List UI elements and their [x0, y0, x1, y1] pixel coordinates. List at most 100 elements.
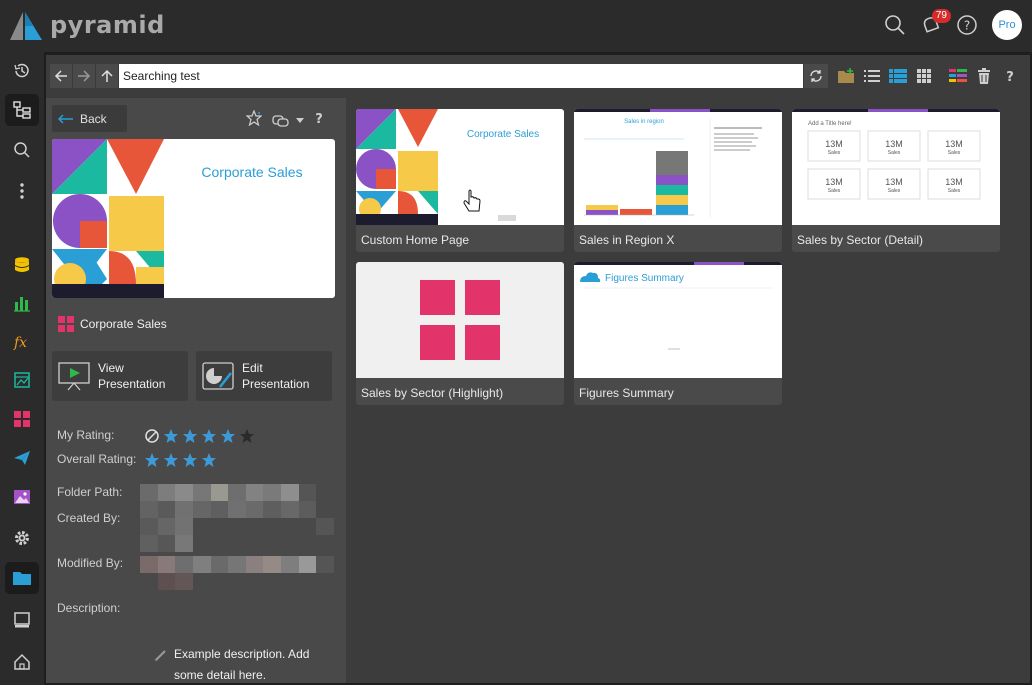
- details-view-icon[interactable]: [889, 67, 907, 85]
- rating-star-icon[interactable]: [182, 428, 198, 444]
- svg-text:?: ?: [1006, 70, 1014, 83]
- grid-item[interactable]: Corporate Sales Custom Home Page: [356, 109, 564, 252]
- description-text[interactable]: Example description. Add some detail her…: [174, 644, 334, 685]
- grid-item[interactable]: Sales by Sector (Highlight): [356, 262, 564, 405]
- list-view-icon[interactable]: [863, 67, 881, 85]
- home-icon[interactable]: [5, 646, 39, 678]
- up-arrow-icon[interactable]: [96, 64, 119, 88]
- illustrate-icon[interactable]: [5, 364, 39, 396]
- redacted-modified-by: [140, 556, 334, 590]
- kpi-value: 13M: [945, 139, 963, 149]
- preview-thumbnail[interactable]: Corporate Sales: [52, 139, 335, 298]
- edit-label-2: Presentation: [242, 377, 310, 391]
- kpi-label: Sales: [948, 150, 961, 156]
- item-label: Sales by Sector (Highlight): [361, 386, 504, 400]
- share-menu-icon[interactable]: [272, 114, 304, 128]
- help-question-icon[interactable]: ?: [1001, 67, 1019, 85]
- my-rating-stars[interactable]: [144, 428, 255, 444]
- rating-star-icon[interactable]: [163, 428, 179, 444]
- search-input[interactable]: [119, 64, 803, 88]
- search-icon[interactable]: [884, 14, 906, 36]
- content-tree-icon[interactable]: [5, 94, 39, 126]
- main-area: ? Back ?: [46, 55, 1030, 683]
- search-rail-icon[interactable]: [5, 134, 39, 166]
- publish-icon[interactable]: [5, 442, 39, 474]
- back-button[interactable]: Back: [52, 105, 127, 132]
- rating-star-icon[interactable]: [239, 428, 255, 444]
- item-label: Figures Summary: [579, 386, 674, 400]
- presentation-icon: [58, 316, 74, 332]
- rating-star-icon: [164, 453, 178, 467]
- notifications-button[interactable]: 79: [920, 9, 951, 36]
- rating-star-icon[interactable]: [220, 428, 236, 444]
- user-avatar[interactable]: Pro: [992, 10, 1022, 40]
- item-thumbnail: Corporate Sales: [356, 109, 564, 225]
- folder-icon[interactable]: [5, 562, 39, 594]
- item-label: Custom Home Page: [361, 233, 470, 247]
- redacted-created-by: [140, 518, 334, 552]
- help-icon[interactable]: ?: [956, 14, 978, 36]
- item-thumbnail: Add a Title here! 13M Sales 13M Sales 13M S…: [792, 109, 1000, 225]
- back-arrow-icon: [58, 113, 73, 124]
- pyramid-logo-icon: [10, 12, 42, 40]
- item-title-text: Corporate Sales: [80, 317, 167, 331]
- color-list-icon[interactable]: [949, 67, 967, 85]
- edit-pie-icon: [202, 362, 234, 390]
- svg-text:?: ?: [964, 19, 970, 33]
- gallery-icon[interactable]: [5, 481, 39, 513]
- created-by-label: Created By:: [57, 511, 121, 525]
- thumbnail-title: Corporate Sales: [467, 129, 539, 140]
- rating-star-icon[interactable]: [201, 428, 217, 444]
- edit-pencil-icon[interactable]: [154, 648, 168, 662]
- thumbnail-title: Add a Title here!: [808, 121, 852, 127]
- forward-arrow-icon[interactable]: [73, 64, 96, 88]
- clear-rating-icon[interactable]: [144, 428, 160, 444]
- grid-item[interactable]: Add a Title here! 13M Sales 13M Sales 13M S…: [792, 109, 1000, 252]
- chevron-down-icon: [296, 117, 304, 123]
- kpi-value: 13M: [885, 177, 903, 187]
- item-thumbnail: Sales in region: [574, 109, 782, 225]
- more-icon[interactable]: [5, 175, 39, 207]
- kpi-label: Sales: [888, 150, 901, 156]
- description-label: Description:: [57, 601, 121, 615]
- rating-star-icon: [202, 453, 216, 467]
- top-bar: pyramid 79 ? Pro: [0, 0, 1032, 52]
- kpi-value: 13M: [945, 177, 963, 187]
- kpi-label: Sales: [828, 188, 841, 194]
- edit-presentation-button[interactable]: Edit Presentation: [196, 351, 332, 401]
- app-name: pyramid: [50, 11, 165, 39]
- refresh-icon[interactable]: [804, 64, 828, 88]
- database-icon[interactable]: [5, 249, 39, 281]
- kpi-label: Sales: [828, 150, 841, 156]
- screen-icon[interactable]: [5, 604, 39, 636]
- kpi-value: 13M: [885, 139, 903, 149]
- thumbnail-title: Corporate Sales: [201, 164, 302, 180]
- grid-view-icon[interactable]: [915, 67, 933, 85]
- thumbnail-title: Figures Summary: [605, 273, 684, 284]
- item-label: Sales in Region X: [579, 233, 675, 247]
- formulate-fx-icon[interactable]: fx: [5, 326, 39, 358]
- back-arrow-icon[interactable]: [50, 64, 73, 88]
- app-logo[interactable]: pyramid: [6, 8, 165, 42]
- modified-by-label: Modified By:: [57, 556, 124, 570]
- my-rating-label: My Rating:: [57, 428, 115, 442]
- rating-star-icon: [183, 453, 197, 467]
- grid-item[interactable]: Sales in region Sales in Region X: [574, 109, 782, 252]
- play-screen-icon: [58, 362, 90, 391]
- present-icon[interactable]: [5, 403, 39, 435]
- panel-help-icon[interactable]: ?: [314, 111, 324, 130]
- history-icon[interactable]: [5, 55, 39, 87]
- address-bar: ?: [50, 62, 1025, 90]
- discover-chart-icon[interactable]: [5, 287, 39, 319]
- view-label-2: Presentation: [98, 377, 166, 391]
- svg-text:?: ?: [315, 112, 323, 125]
- trash-icon[interactable]: [975, 67, 993, 85]
- new-folder-icon[interactable]: [837, 67, 855, 85]
- overall-rating-label: Overall Rating:: [57, 452, 137, 466]
- grid-item[interactable]: Figures Summary Figures Summary: [574, 262, 782, 405]
- rating-star-icon: [145, 453, 159, 467]
- settings-gear-icon[interactable]: [5, 522, 39, 554]
- back-label: Back: [80, 111, 107, 126]
- favorite-star-icon[interactable]: [245, 109, 263, 131]
- view-presentation-button[interactable]: View Presentation: [52, 351, 188, 401]
